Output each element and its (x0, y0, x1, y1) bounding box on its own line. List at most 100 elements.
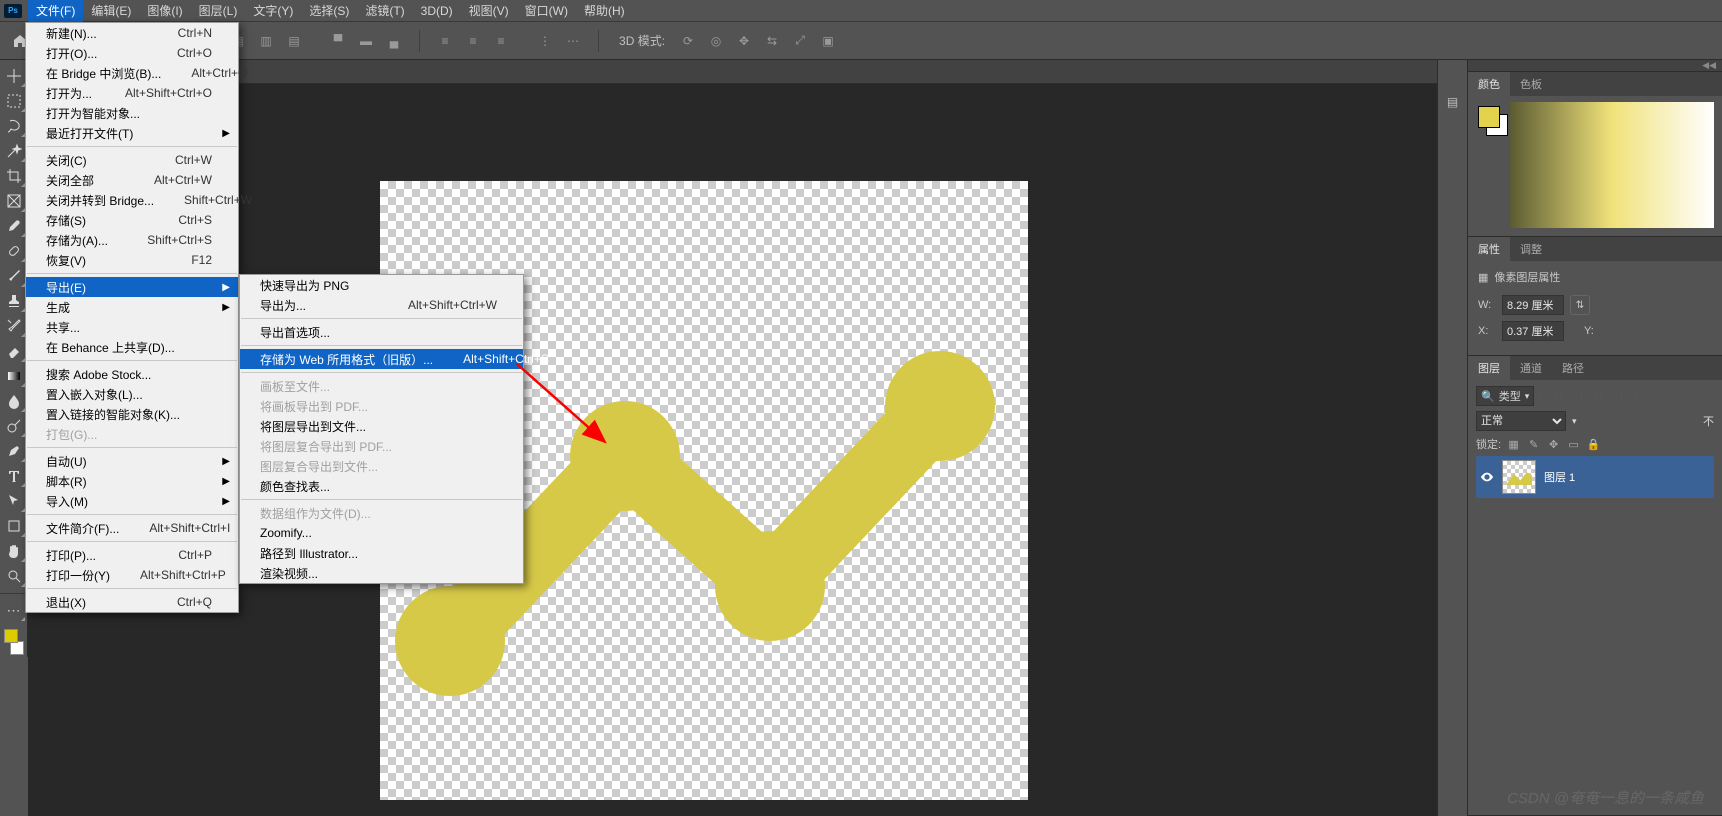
width-input[interactable] (1502, 295, 1564, 315)
file-menu-item-7[interactable]: 关闭(C)Ctrl+W (26, 150, 238, 170)
export-menu-item-16[interactable]: 路径到 Illustrator... (240, 543, 523, 563)
frame-tool-icon[interactable] (2, 189, 26, 213)
file-menu-item-2[interactable]: 在 Bridge 中浏览(B)...Alt+Ctrl+O (26, 63, 238, 83)
file-menu-item-26[interactable]: 导入(M)▶ (26, 491, 238, 511)
link-icon[interactable]: ⇅ (1570, 295, 1590, 315)
file-menu-item-15[interactable]: 生成▶ (26, 297, 238, 317)
lock-position-icon[interactable]: ✥ (1546, 437, 1561, 452)
file-menu-item-21[interactable]: 置入链接的智能对象(K)... (26, 404, 238, 424)
align-right-icon[interactable]: ▤ (283, 30, 305, 52)
menu-filter[interactable]: 滤镜(T) (357, 0, 412, 22)
layer-name[interactable]: 图层 1 (1544, 469, 1575, 485)
3d-pan-icon[interactable]: ✥ (733, 30, 755, 52)
history-brush-icon[interactable] (2, 314, 26, 338)
menu-window[interactable]: 窗口(W) (517, 0, 576, 22)
file-menu-item-20[interactable]: 置入嵌入对象(L)... (26, 384, 238, 404)
align-vcenter-icon[interactable]: ▬ (355, 30, 377, 52)
file-menu-item-14[interactable]: 导出(E)▶ (26, 277, 238, 297)
file-menu-item-30[interactable]: 打印(P)...Ctrl+P (26, 545, 238, 565)
file-menu-item-17[interactable]: 在 Behance 上共享(D)... (26, 337, 238, 357)
export-menu-item-12[interactable]: 颜色查找表... (240, 476, 523, 496)
file-menu-item-9[interactable]: 关闭并转到 Bridge...Shift+Ctrl+W (26, 190, 238, 210)
tab-channels[interactable]: 通道 (1510, 356, 1552, 380)
tab-layers[interactable]: 图层 (1468, 356, 1510, 380)
zoom-tool-icon[interactable] (2, 564, 26, 588)
tab-swatches[interactable]: 色板 (1510, 72, 1552, 96)
lock-brush-icon[interactable]: ✎ (1526, 437, 1541, 452)
eraser-tool-icon[interactable] (2, 339, 26, 363)
hand-tool-icon[interactable] (2, 539, 26, 563)
file-menu-item-16[interactable]: 共享... (26, 317, 238, 337)
menu-help[interactable]: 帮助(H) (576, 0, 633, 22)
export-menu-item-3[interactable]: 导出首选项... (240, 322, 523, 342)
export-menu-item-17[interactable]: 渲染视频... (240, 563, 523, 583)
3d-roll-icon[interactable]: ◎ (705, 30, 727, 52)
3d-scale-icon[interactable]: ⤢ (789, 30, 811, 52)
file-menu-item-8[interactable]: 关闭全部Alt+Ctrl+W (26, 170, 238, 190)
tab-adjust[interactable]: 调整 (1510, 237, 1552, 261)
menu-image[interactable]: 图像(I) (139, 0, 190, 22)
blur-tool-icon[interactable] (2, 389, 26, 413)
export-menu-item-9[interactable]: 将图层导出到文件... (240, 416, 523, 436)
distribute-bottom-icon[interactable]: ≡ (490, 30, 512, 52)
file-menu-item-33[interactable]: 退出(X)Ctrl+Q (26, 592, 238, 612)
file-menu-item-5[interactable]: 最近打开文件(T)▶ (26, 123, 238, 143)
file-menu-item-0[interactable]: 新建(N)...Ctrl+N (26, 23, 238, 43)
more-icon[interactable]: ⋯ (562, 30, 584, 52)
menu-3d[interactable]: 3D(D) (413, 1, 461, 21)
foreground-swatch[interactable] (1478, 106, 1500, 128)
move-tool-icon[interactable] (2, 64, 26, 88)
dodge-tool-icon[interactable] (2, 414, 26, 438)
type-tool-icon[interactable] (2, 464, 26, 488)
shape-tool-icon[interactable] (2, 514, 26, 538)
menu-type[interactable]: 文字(Y) (245, 0, 301, 22)
file-menu-item-24[interactable]: 自动(U)▶ (26, 451, 238, 471)
menu-edit[interactable]: 编辑(E) (83, 0, 139, 22)
x-input[interactable] (1502, 321, 1564, 341)
file-menu-item-3[interactable]: 打开为...Alt+Shift+Ctrl+O (26, 83, 238, 103)
distribute-left-icon[interactable]: ⋮ (534, 30, 556, 52)
file-menu-item-28[interactable]: 文件简介(F)...Alt+Shift+Ctrl+I (26, 518, 238, 538)
marquee-tool-icon[interactable] (2, 89, 26, 113)
file-menu-item-10[interactable]: 存储(S)Ctrl+S (26, 210, 238, 230)
color-ramp[interactable] (1510, 102, 1714, 228)
export-menu-item-15[interactable]: Zoomify... (240, 523, 523, 543)
wand-tool-icon[interactable] (2, 139, 26, 163)
file-menu-item-19[interactable]: 搜索 Adobe Stock... (26, 364, 238, 384)
eyedropper-tool-icon[interactable] (2, 214, 26, 238)
file-menu-item-4[interactable]: 打开为智能对象... (26, 103, 238, 123)
3d-slide-icon[interactable]: ⇆ (761, 30, 783, 52)
export-menu-item-1[interactable]: 导出为...Alt+Shift+Ctrl+W (240, 295, 523, 315)
3d-camera-icon[interactable]: ▣ (817, 30, 839, 52)
stamp-tool-icon[interactable] (2, 289, 26, 313)
crop-tool-icon[interactable] (2, 164, 26, 188)
menu-select[interactable]: 选择(S) (301, 0, 357, 22)
file-menu-item-1[interactable]: 打开(O)...Ctrl+O (26, 43, 238, 63)
brush-tool-icon[interactable] (2, 264, 26, 288)
distribute-top-icon[interactable]: ≡ (434, 30, 456, 52)
blend-mode-select[interactable]: 正常 (1476, 411, 1566, 431)
export-menu-item-0[interactable]: 快速导出为 PNG (240, 275, 523, 295)
3d-orbit-icon[interactable]: ⟳ (677, 30, 699, 52)
visibility-icon[interactable] (1480, 470, 1494, 484)
pen-tool-icon[interactable] (2, 439, 26, 463)
tab-paths[interactable]: 路径 (1552, 356, 1594, 380)
align-hcenter-icon[interactable]: ▥ (255, 30, 277, 52)
layer-filter[interactable]: 🔍 类型 ▾ (1476, 386, 1534, 406)
export-menu-item-5[interactable]: 存储为 Web 所用格式（旧版）...Alt+Shift+Ctrl+S (240, 349, 523, 369)
fg-bg-swatch[interactable] (2, 627, 26, 657)
lock-pixels-icon[interactable]: ▦ (1506, 437, 1521, 452)
lasso-tool-icon[interactable] (2, 114, 26, 138)
align-top-icon[interactable]: ▀ (327, 30, 349, 52)
file-menu-item-12[interactable]: 恢复(V)F12 (26, 250, 238, 270)
file-menu-item-31[interactable]: 打印一份(Y)Alt+Shift+Ctrl+P (26, 565, 238, 585)
menu-layer[interactable]: 图层(L) (191, 0, 246, 22)
layer-item[interactable]: 图层 1 (1476, 456, 1714, 498)
lock-artboard-icon[interactable]: ▭ (1566, 437, 1581, 452)
heal-tool-icon[interactable] (2, 239, 26, 263)
distribute-vcenter-icon[interactable]: ≡ (462, 30, 484, 52)
menu-file[interactable]: 文件(F) (28, 0, 83, 22)
tab-properties[interactable]: 属性 (1468, 237, 1510, 261)
tab-color[interactable]: 颜色 (1468, 72, 1510, 96)
lock-all-icon[interactable]: 🔒 (1586, 437, 1601, 452)
